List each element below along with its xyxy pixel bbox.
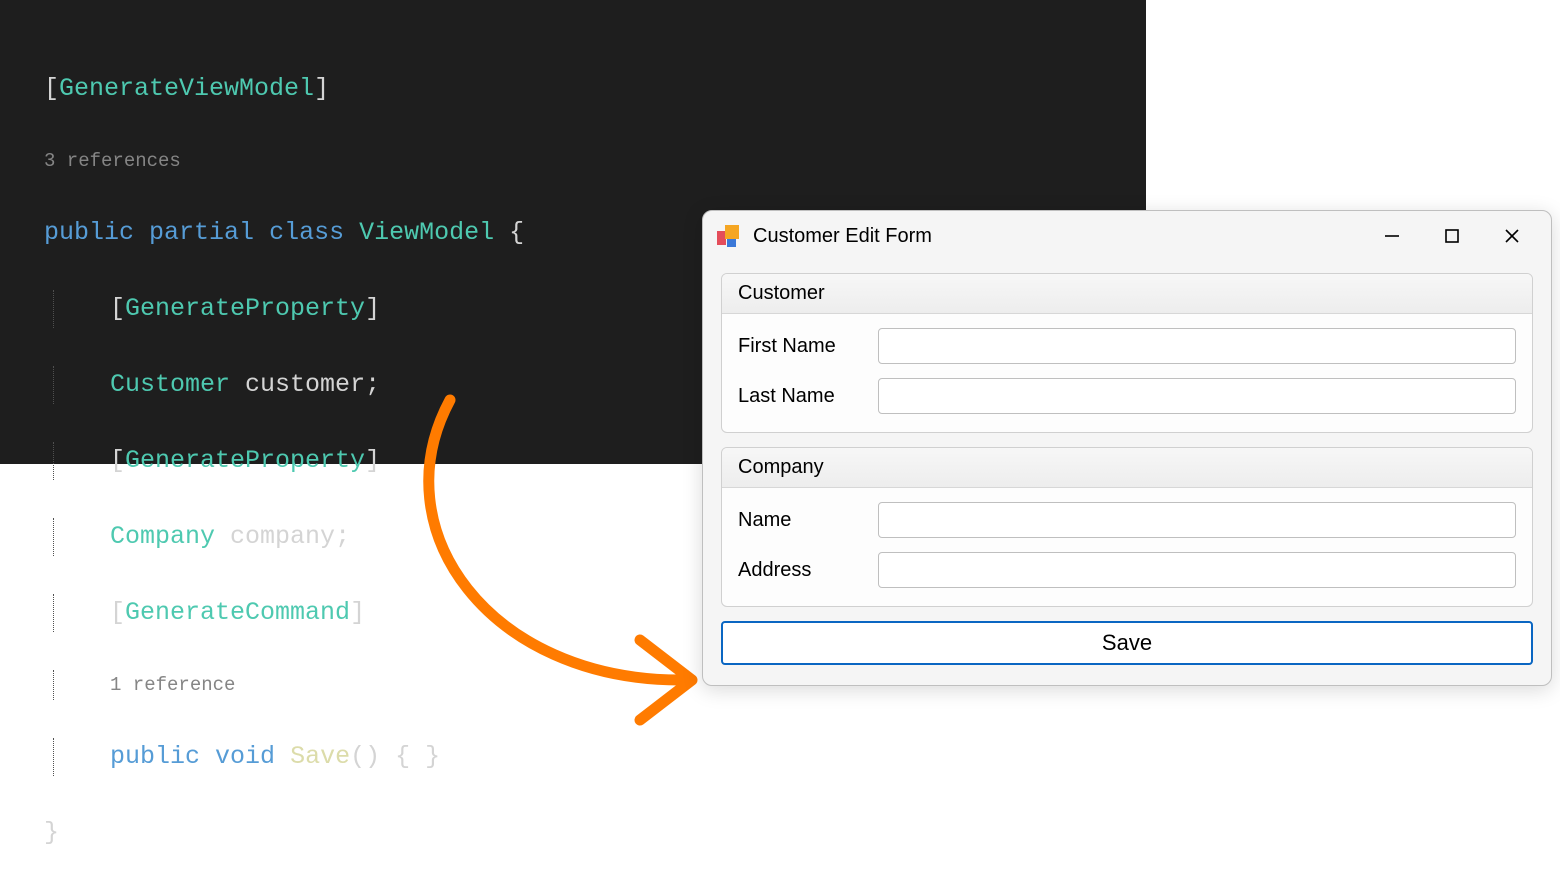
save-button[interactable]: Save: [721, 621, 1533, 665]
titlebar: Customer Edit Form: [703, 211, 1551, 261]
label-first-name: First Name: [738, 335, 878, 358]
minimize-button[interactable]: [1381, 225, 1403, 247]
attribute: GenerateProperty: [125, 446, 365, 475]
attribute: GenerateProperty: [125, 294, 365, 323]
keyword-class: class: [269, 218, 344, 247]
type-name: Company: [110, 522, 215, 551]
class-name: ViewModel: [359, 218, 494, 247]
company-name-input[interactable]: [878, 502, 1516, 538]
field-name: customer: [245, 370, 365, 399]
keyword-public: public: [110, 742, 200, 771]
first-name-input[interactable]: [878, 328, 1516, 364]
label-company-address: Address: [738, 559, 878, 582]
label-company-name: Name: [738, 509, 878, 532]
group-company: Company Name Address: [721, 447, 1533, 607]
keyword-public: public: [44, 218, 134, 247]
method-name: Save: [290, 742, 350, 771]
group-header: Customer: [722, 274, 1532, 314]
app-icon: [717, 225, 739, 247]
keyword-void: void: [215, 742, 275, 771]
window-title: Customer Edit Form: [753, 225, 1381, 248]
last-name-input[interactable]: [878, 378, 1516, 414]
form-window: Customer Edit Form Customer First Name: [702, 210, 1552, 686]
label-last-name: Last Name: [738, 385, 878, 408]
codelens-references[interactable]: 3 references: [44, 146, 1146, 176]
attribute: GenerateCommand: [125, 598, 350, 627]
company-address-input[interactable]: [878, 552, 1516, 588]
group-customer: Customer First Name Last Name: [721, 273, 1533, 433]
maximize-button[interactable]: [1441, 225, 1463, 247]
type-name: Customer: [110, 370, 230, 399]
group-header: Company: [722, 448, 1532, 488]
attribute: GenerateViewModel: [59, 74, 314, 103]
field-name: company: [230, 522, 335, 551]
keyword-partial: partial: [149, 218, 254, 247]
close-button[interactable]: [1501, 225, 1523, 247]
